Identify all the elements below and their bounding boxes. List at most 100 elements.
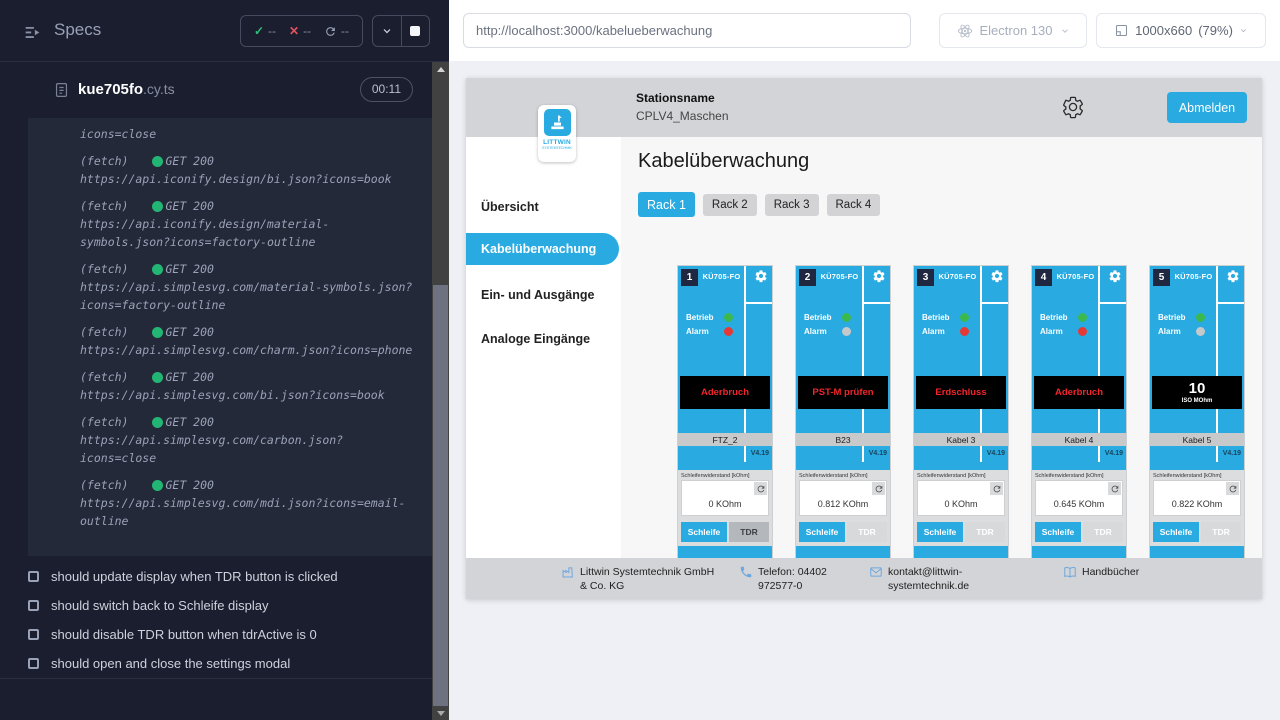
email-icon: [869, 565, 883, 593]
rack-tabs: Rack 1 Rack 2 Rack 3 Rack 4: [638, 192, 880, 217]
fetch-label: (fetch): [80, 413, 128, 431]
browser-selector[interactable]: Electron 130: [939, 13, 1087, 48]
status-text: Aderbruch: [1055, 387, 1103, 398]
logo-title: LITTWIN: [543, 139, 571, 146]
schleife-button[interactable]: Schleife: [1153, 522, 1199, 542]
method-status: GET 200: [165, 413, 213, 431]
card-settings-icon[interactable]: [1108, 269, 1122, 283]
log-entry[interactable]: (fetch) GET 200https://api.simplesvg.com/…: [80, 413, 416, 467]
schleife-button[interactable]: Schleife: [917, 522, 963, 542]
log-entry-continuation[interactable]: icons=close: [80, 125, 416, 143]
footer-item-book[interactable]: Handbücher: [1063, 565, 1139, 583]
schleife-button[interactable]: Schleife: [1035, 522, 1081, 542]
method-status: GET 200: [165, 323, 213, 341]
card-settings-icon[interactable]: [754, 269, 768, 283]
sidebar-item-kabel-berwachung[interactable]: Kabelüberwachung: [466, 233, 619, 265]
schleife-button[interactable]: Schleife: [799, 522, 845, 542]
runner-url-toolbar: Electron 130 1000x660 (79%): [449, 0, 1280, 61]
factory-icon: [561, 565, 575, 593]
scroll-up-icon[interactable]: [432, 62, 449, 76]
tdr-button[interactable]: TDR: [847, 522, 887, 542]
measurement-panel: Schleifenwiderstand [kOhm]0.822 KOhmSchl…: [1150, 470, 1244, 546]
cable-name: FTZ_2: [678, 433, 772, 446]
tdr-button[interactable]: TDR: [965, 522, 1005, 542]
measurement-display: 0.822 KOhm: [1153, 480, 1241, 516]
test-row[interactable]: should open and close the settings modal: [0, 649, 432, 678]
device-cards: 1KÜ705-FOBetriebAlarmAderbruchFTZ_2V4.19…: [677, 265, 1245, 558]
alarm-label: Alarm: [1158, 327, 1181, 336]
app-main: Kabelüberwachung Rack 1Rack 2Rack 3Rack …: [621, 137, 1262, 558]
settings-gear-icon[interactable]: [1061, 95, 1085, 119]
schleife-button[interactable]: Schleife: [681, 522, 727, 542]
footer-item-text[interactable]: kontakt@littwin-systemtechnik.de: [888, 565, 987, 593]
log-entry[interactable]: (fetch)GET 200https://api.simplesvg.com/…: [80, 476, 416, 530]
measurement-display: 0.645 KOhm: [1035, 480, 1123, 516]
footer-item-text[interactable]: Handbücher: [1082, 565, 1139, 583]
success-dot-icon: [152, 156, 163, 167]
request-url: https://api.simplesvg.com/carbon.json?ic…: [80, 431, 416, 467]
test-title: should open and close the settings modal: [51, 656, 290, 671]
sidebar-item--bersicht[interactable]: Übersicht: [466, 191, 621, 223]
scroll-down-icon[interactable]: [432, 706, 449, 720]
test-row[interactable]: should disable TDR button when tdrActive…: [0, 620, 432, 649]
log-entry-header: (fetch)GET 200: [80, 260, 416, 278]
mode-buttons: SchleifeTDR: [799, 522, 887, 542]
stop-button[interactable]: [402, 16, 430, 46]
tab-rack-3[interactable]: Rack 3: [765, 194, 819, 216]
refresh-icon[interactable]: [990, 482, 1003, 495]
divider: [1098, 409, 1100, 433]
refresh-icon[interactable]: [754, 482, 767, 495]
spec-file-row[interactable]: kue705fo.cy.ts 00:11: [0, 74, 432, 108]
status-display: 10ISO MOhm: [1152, 376, 1242, 409]
log-entry[interactable]: (fetch)GET 200https://api.simplesvg.com/…: [80, 323, 416, 359]
runner-scrollbar[interactable]: [432, 62, 449, 720]
stat-failed: ✕--: [289, 24, 311, 38]
tdr-button[interactable]: TDR: [1201, 522, 1241, 542]
spec-dropdown-button[interactable]: [373, 16, 402, 46]
electron-icon: [957, 23, 973, 39]
specs-list-icon[interactable]: [22, 21, 44, 43]
log-entry[interactable]: (fetch)GET 200https://api.iconify.design…: [80, 152, 416, 188]
test-title: should update display when TDR button is…: [51, 569, 338, 584]
card-settings-icon[interactable]: [872, 269, 886, 283]
betrieb-label: Betrieb: [1040, 313, 1068, 322]
tab-rack-4[interactable]: Rack 4: [827, 194, 881, 216]
alarm-label: Alarm: [686, 327, 709, 336]
betrieb-label: Betrieb: [686, 313, 714, 322]
request-url: https://api.simplesvg.com/charm.json?ico…: [80, 341, 416, 359]
refresh-icon[interactable]: [1108, 482, 1121, 495]
tdr-button[interactable]: TDR: [729, 522, 769, 542]
test-row[interactable]: should switch back to Schleife display: [0, 591, 432, 620]
sidebar-item-analoge-eing-nge[interactable]: Analoge Eingänge: [466, 323, 621, 355]
log-entry[interactable]: (fetch)GET 200https://api.simplesvg.com/…: [80, 368, 416, 404]
tab-rack-1[interactable]: Rack 1: [638, 192, 695, 217]
log-entry[interactable]: (fetch)GET 200https://api.iconify.design…: [80, 197, 416, 251]
fetch-label: (fetch): [80, 476, 128, 494]
card-settings-icon[interactable]: [990, 269, 1004, 283]
measurement-value: 0.822 KOhm: [1154, 499, 1240, 509]
test-row[interactable]: should update display when TDR button is…: [0, 562, 432, 591]
tab-rack-2[interactable]: Rack 2: [703, 194, 757, 216]
logout-button[interactable]: Abmelden: [1167, 92, 1247, 123]
station-label: Stationsname: [636, 89, 729, 107]
alarm-label: Alarm: [804, 327, 827, 336]
tdr-button[interactable]: TDR: [1083, 522, 1123, 542]
footer-item-phone: Telefon: 04402 972577-0: [739, 565, 851, 593]
log-entry[interactable]: (fetch)GET 200https://api.simplesvg.com/…: [80, 260, 416, 314]
card-settings-icon[interactable]: [1226, 269, 1240, 283]
scrollbar-thumb[interactable]: [433, 285, 448, 706]
spec-file-icon: [53, 79, 70, 101]
firmware-version: V4.19: [987, 450, 1005, 457]
sidebar-item-ein-und-ausg-nge[interactable]: Ein- und Ausgänge: [466, 279, 621, 311]
viewport-size-selector[interactable]: 1000x660 (79%): [1096, 13, 1266, 48]
refresh-icon[interactable]: [1226, 482, 1239, 495]
test-runner-panel: Specs ✓-- ✕-- -- kue705fo.cy.ts 00:11 ic…: [0, 0, 449, 720]
station-name: CPLV4_Maschen: [636, 107, 729, 125]
divider: [744, 409, 746, 433]
refresh-icon[interactable]: [872, 482, 885, 495]
footer-item-email[interactable]: kontakt@littwin-systemtechnik.de: [869, 565, 987, 593]
request-url: https://api.simplesvg.com/mdi.json?icons…: [80, 494, 416, 530]
betrieb-label: Betrieb: [804, 313, 832, 322]
url-input[interactable]: [463, 13, 911, 48]
log-entry-header: (fetch)GET 200: [80, 197, 416, 215]
